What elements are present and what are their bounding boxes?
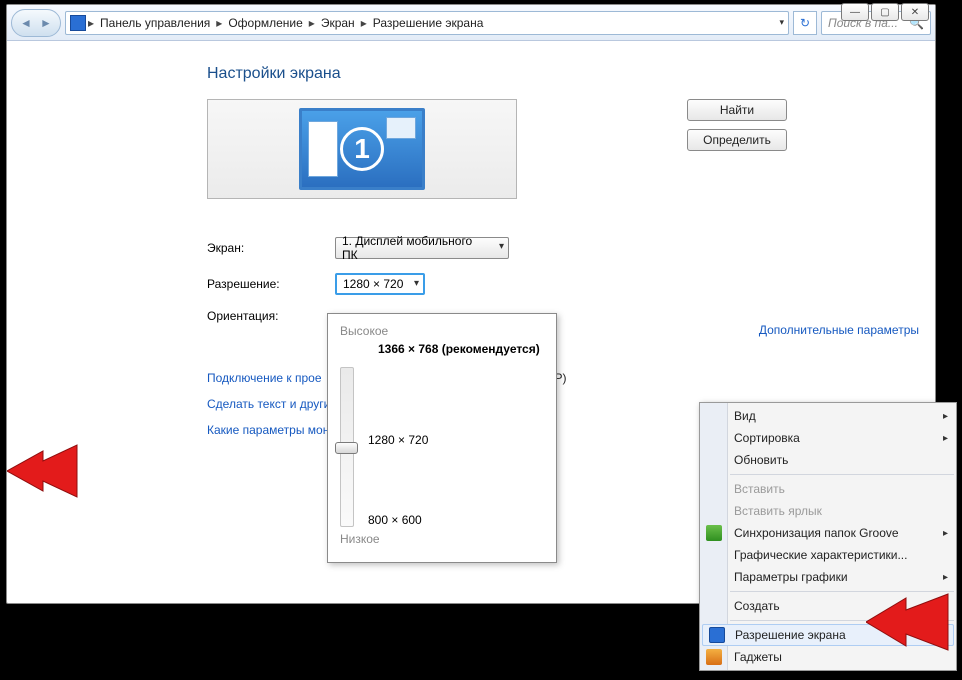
label-resolution: Разрешение: <box>207 277 327 291</box>
find-button[interactable]: Найти <box>687 99 787 121</box>
detect-button[interactable]: Определить <box>687 129 787 151</box>
flyout-high-label: Высокое <box>340 324 544 338</box>
slider-thumb[interactable] <box>335 442 358 454</box>
flyout-recommended: 1366 × 768 (рекомендуется) <box>378 342 544 356</box>
display-preview[interactable]: 1 <box>207 99 517 199</box>
back-icon: ◄ <box>20 16 32 30</box>
breadcrumb-l3[interactable]: Экран <box>317 16 359 30</box>
page-title: Настройки экрана <box>207 65 935 83</box>
close-button[interactable]: ✕ <box>901 3 929 21</box>
breadcrumb-l2[interactable]: Оформление <box>224 16 306 30</box>
breadcrumb-l4[interactable]: Разрешение экрана <box>369 16 488 30</box>
display-dropdown[interactable]: 1. Дисплей мобильного ПК <box>335 237 509 259</box>
maximize-button[interactable]: ▢ <box>871 3 899 21</box>
ctx-sort[interactable]: Сортировка <box>700 427 956 449</box>
resolution-slider[interactable] <box>340 367 354 527</box>
link-projector[interactable]: Подключение к прое <box>207 371 322 385</box>
control-panel-icon <box>70 15 86 31</box>
address-dropdown-icon[interactable]: ▾ <box>779 17 784 28</box>
annotation-arrow-2 <box>866 588 956 658</box>
ctx-groove[interactable]: Синхронизация папок Groove <box>700 522 956 544</box>
forward-icon: ► <box>40 16 52 30</box>
window-controls: — ▢ ✕ <box>841 3 929 21</box>
address-bar[interactable]: ▸ Панель управления ▸ Оформление ▸ Экран… <box>65 11 789 35</box>
ctx-graphics-char[interactable]: Графические характеристики... <box>700 544 956 566</box>
monitor-number: 1 <box>340 127 384 171</box>
breadcrumb-root[interactable]: Панель управления <box>96 16 214 30</box>
ctx-view[interactable]: Вид <box>700 405 956 427</box>
refresh-button[interactable]: ↻ <box>793 11 817 35</box>
groove-icon <box>706 525 722 541</box>
navigation-bar: ◄ ► ▸ Панель управления ▸ Оформление ▸ Э… <box>7 5 935 41</box>
ctx-paste: Вставить <box>700 478 956 500</box>
flyout-current: 1280 × 720 <box>368 433 428 447</box>
resolution-flyout: Высокое 1366 × 768 (рекомендуется) 1280 … <box>327 313 557 563</box>
flyout-low-res: 800 × 600 <box>368 513 428 527</box>
nav-back-forward[interactable]: ◄ ► <box>11 9 61 37</box>
label-orientation: Ориентация: <box>207 309 327 323</box>
resolution-dropdown[interactable]: 1280 × 720 <box>335 273 425 295</box>
advanced-settings-link[interactable]: Дополнительные параметры <box>759 323 919 337</box>
ctx-graphics-params[interactable]: Параметры графики <box>700 566 956 588</box>
monitor-thumb-left <box>308 121 338 177</box>
label-screen: Экран: <box>207 241 327 255</box>
flyout-low-label: Низкое <box>340 532 544 546</box>
monitor-thumb-right <box>386 117 416 139</box>
gadgets-icon <box>706 649 722 665</box>
resolution-icon <box>709 627 725 643</box>
ctx-paste-shortcut: Вставить ярлык <box>700 500 956 522</box>
minimize-button[interactable]: — <box>841 3 869 21</box>
ctx-refresh[interactable]: Обновить <box>700 449 956 471</box>
